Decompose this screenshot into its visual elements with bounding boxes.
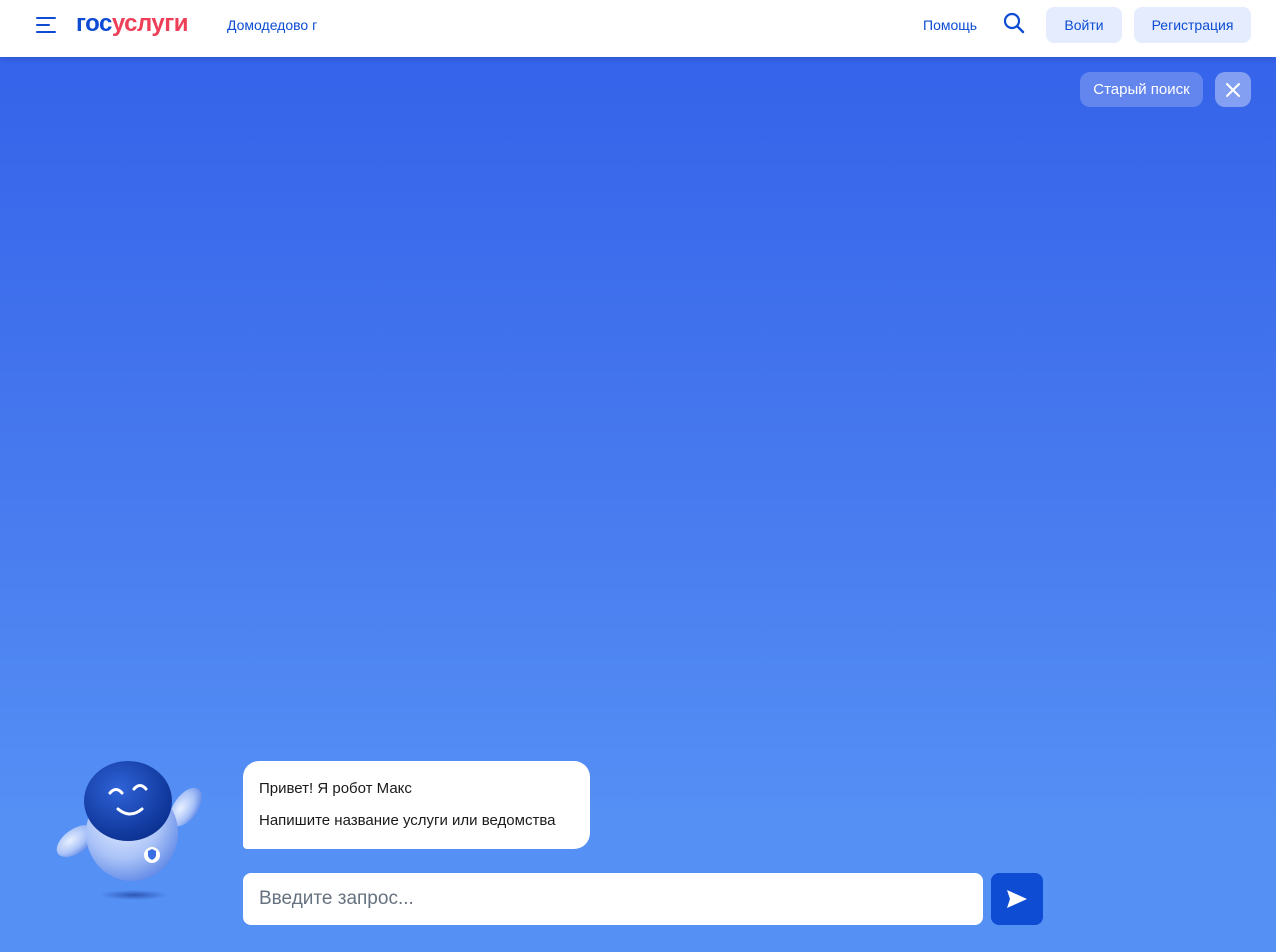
gosuslugi-logo[interactable]: госуслуги (76, 10, 189, 38)
old-search-button[interactable]: Старый поиск (1080, 72, 1203, 107)
close-button[interactable] (1215, 72, 1251, 107)
register-button[interactable]: Регистрация (1134, 7, 1251, 43)
logo-text-gos: гос (76, 10, 112, 37)
search-icon[interactable] (1003, 12, 1025, 34)
send-icon (1007, 890, 1027, 908)
close-icon (1226, 82, 1240, 97)
robot-message-bubble: Привет! Я робот Макс Напишите название у… (243, 761, 590, 849)
search-query-input[interactable] (243, 873, 983, 925)
city-selector[interactable]: Домодедово г (227, 17, 317, 33)
robot-prompt: Напишите название услуги или ведомства (259, 812, 556, 829)
help-link[interactable]: Помощь (923, 17, 977, 33)
search-robot-area: Старый поиск Привет! Я робот Макс Напиши… (0, 57, 1276, 952)
menu-icon[interactable] (36, 16, 58, 34)
site-header: госуслуги Домодедово г Помощь Войти Реги… (0, 0, 1276, 57)
robot-greeting: Привет! Я робот Макс (259, 780, 412, 797)
send-button[interactable] (991, 873, 1043, 925)
robot-mascot (52, 745, 212, 905)
logo-text-uslugi: услуги (111, 10, 189, 37)
login-button[interactable]: Войти (1046, 7, 1122, 43)
